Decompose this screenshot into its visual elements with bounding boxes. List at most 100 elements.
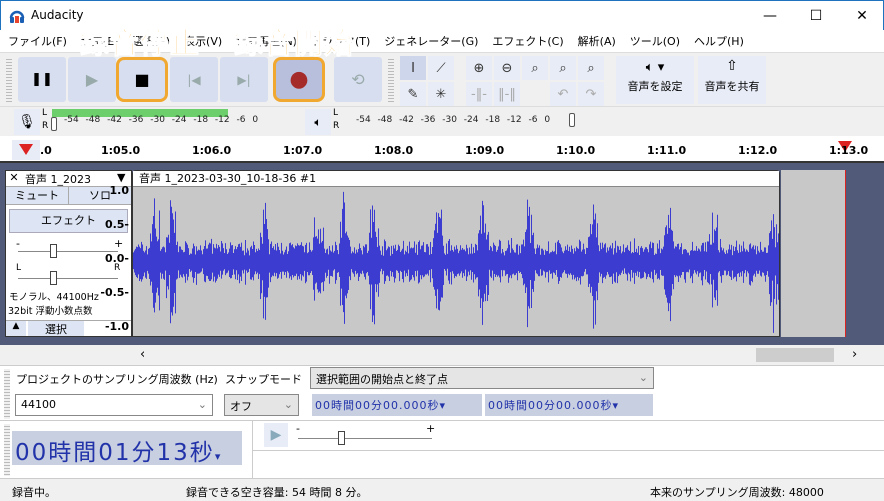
speaker-meter-icon[interactable]: 🔈︎ [305, 109, 331, 135]
menu-item[interactable]: ジェネレーター(G) [384, 33, 478, 49]
collapse-track-icon[interactable]: ▲ [6, 321, 26, 336]
meter-r-label: R [333, 121, 340, 131]
envelope-tool-icon[interactable]: ⟋ [428, 56, 454, 80]
playback-meter-scale[interactable]: -54 -48 -42 -36 -30 -24 -18 -12 -6 0 [356, 115, 550, 125]
playback-volume-slider[interactable] [569, 113, 575, 127]
close-button[interactable]: ✕ [839, 1, 884, 31]
scroll-left-icon[interactable]: ‹ [140, 347, 145, 362]
selection-tool-icon[interactable]: I [400, 56, 426, 80]
amplitude-tick-label: 0.5- [104, 218, 129, 231]
zoom-toggle-icon[interactable]: ⌕ [578, 56, 604, 80]
meter-l-label: L [42, 108, 48, 118]
ruler-tick-label: 1:07.0 [283, 144, 323, 157]
skip-end-button[interactable]: ▶| [220, 57, 268, 102]
share-audio-label: 音声を共有 [704, 80, 760, 93]
speaker-icon: 🔈︎ ▾ [645, 60, 665, 75]
amplitude-tick-label: 0.0- [104, 252, 129, 265]
menu-item[interactable]: ヘルプ(H) [694, 33, 744, 49]
pan-slider-thumb[interactable] [50, 271, 57, 285]
menu-item[interactable]: エフェクト(C) [492, 33, 563, 49]
scrollbar-thumb[interactable] [756, 348, 834, 362]
amplitude-tick-label: 1.0 [109, 184, 130, 197]
undo-icon[interactable]: ↶ [550, 82, 576, 106]
gain-slider-thumb[interactable] [50, 244, 57, 258]
window-title: Audacity [31, 8, 84, 22]
select-track-button[interactable]: 選択 [28, 321, 84, 336]
selection-toolbar: プロジェクトのサンプリング周波数 (Hz) スナップモード 選択範囲の開始点と終… [0, 365, 884, 420]
zoom-in-icon[interactable]: ⊕ [466, 56, 492, 80]
snap-dropdown[interactable]: オフ ⌄ [224, 394, 299, 416]
ruler-tick-label: 1:06.0 [192, 144, 232, 157]
ruler-tick-label: 1:12.0 [738, 144, 778, 157]
share-audio-button[interactable]: ⇧ 音声を共有 [698, 56, 766, 104]
toolbar-grip[interactable] [6, 57, 12, 103]
stop-button[interactable]: ■ [116, 57, 168, 102]
ruler-tick-label: 1:05.0 [101, 144, 141, 157]
meter-l-label: L [333, 108, 339, 118]
audacity-logo-icon [9, 10, 25, 23]
time-toolbar: 00時間01分13秒▾ ▶ - + [0, 420, 884, 479]
time-display[interactable]: 00時間01分13秒▾ [12, 431, 242, 466]
timeline-options-button[interactable] [12, 140, 40, 160]
redo-icon[interactable]: ↷ [578, 82, 604, 106]
selection-end-time[interactable]: 00時間00分00.000秒▾ [485, 394, 653, 416]
loop-button[interactable]: ⟲ [334, 57, 382, 102]
mute-button[interactable]: ミュート [6, 187, 69, 204]
share-icon: ⇧ [726, 58, 738, 74]
waveform[interactable] [133, 187, 779, 336]
clip-title-bar[interactable]: 音声 1_2023-03-30_10-18-36 #1 [133, 171, 779, 187]
ruler-tick-label: 1:11.0 [647, 144, 687, 157]
selection-end-value: 00時間00分00.000秒 [488, 399, 613, 412]
play-head-icon [19, 144, 33, 155]
fit-selection-icon[interactable]: ⌕ [522, 56, 548, 80]
project-rate-label: プロジェクトのサンプリング周波数 (Hz) [16, 373, 218, 386]
status-disk-space: 録音できる空き容量: 54 時間 8 分。 [186, 486, 368, 499]
menu-item[interactable]: ファイル(F) [8, 33, 67, 49]
horizontal-scrollbar[interactable]: ‹ › [0, 345, 884, 365]
amplitude-axis: 1.0 0.5- 0.0- -0.5- -1.0 [100, 184, 131, 337]
audio-setup-button[interactable]: 🔈︎ ▾ 音声を設定 [616, 56, 694, 104]
minimize-button[interactable]: — [747, 1, 793, 31]
record-volume-slider[interactable] [51, 117, 57, 131]
record-meter-scale[interactable]: -54 -48 -42 -36 -30 -24 -18 -12 -6 0 [64, 115, 258, 125]
timeline-ruler[interactable]: .0 1:05.0 1:06.0 1:07.0 1:08.0 1:09.0 1:10.0 1:… [0, 136, 884, 163]
silence-icon[interactable]: ‖-‖ [494, 82, 520, 106]
amplitude-tick-label: -0.5- [100, 286, 129, 299]
microphone-icon[interactable]: 🎙︎ [14, 109, 40, 135]
record-button[interactable]: ● [273, 57, 325, 102]
ruler-tick-label: 1:10.0 [556, 144, 596, 157]
pause-button[interactable]: ❚❚ [18, 57, 66, 102]
menu-item[interactable]: 解析(A) [578, 33, 616, 49]
play-button[interactable]: ▶ [68, 57, 116, 102]
toolbar-grip[interactable] [388, 57, 394, 103]
recording-cursor [845, 170, 846, 337]
annotation-record: 録音開始 [233, 26, 355, 61]
selection-mode-dropdown[interactable]: 選択範囲の開始点と終了点 ⌄ [310, 367, 654, 389]
fit-project-icon[interactable]: ⌕ [550, 56, 576, 80]
audio-clip[interactable]: 音声 1_2023-03-30_10-18-36 #1 [132, 170, 780, 337]
maximize-button[interactable]: ☐ [793, 1, 839, 31]
snap-mode-label: スナップモード [225, 373, 302, 386]
draw-tool-icon[interactable]: ✎ [400, 82, 426, 106]
multi-tool-icon[interactable]: ✳ [428, 82, 454, 106]
track-name-menu[interactable]: 音声 1_2023 [22, 171, 117, 186]
close-track-button[interactable]: ✕ [6, 171, 22, 186]
play-speed-slider[interactable]: - + [296, 422, 436, 445]
selection-start-time[interactable]: 00時間00分00.000秒▾ [312, 394, 482, 416]
trim-icon[interactable]: -‖- [466, 82, 492, 106]
track-area: ✕ 音声 1_2023 ▼ ミュート ソロ エフェクト - + L R モノラル… [0, 163, 884, 345]
play-at-speed-button[interactable]: ▶ [264, 423, 288, 447]
selection-mode-value: 選択範囲の開始点と終了点 [316, 373, 448, 386]
track-empty-area[interactable] [781, 170, 845, 337]
chevron-down-icon: ⌄ [283, 398, 293, 411]
meter-toolbar: 🎙︎ L R -54 -48 -42 -36 -30 -24 -18 -12 -… [0, 106, 884, 136]
chevron-down-icon: ⌄ [638, 371, 648, 384]
status-state: 録音中。 [12, 486, 56, 499]
selection-start-value: 00時間00分00.000秒 [315, 399, 440, 412]
menu-item[interactable]: ツール(O) [630, 33, 680, 49]
skip-start-button[interactable]: |◀ [170, 57, 218, 102]
project-rate-value: 44100 [21, 398, 56, 411]
scroll-right-icon[interactable]: › [852, 347, 857, 362]
zoom-out-icon[interactable]: ⊖ [494, 56, 520, 80]
project-rate-dropdown[interactable]: 44100 ⌄ [15, 394, 213, 416]
